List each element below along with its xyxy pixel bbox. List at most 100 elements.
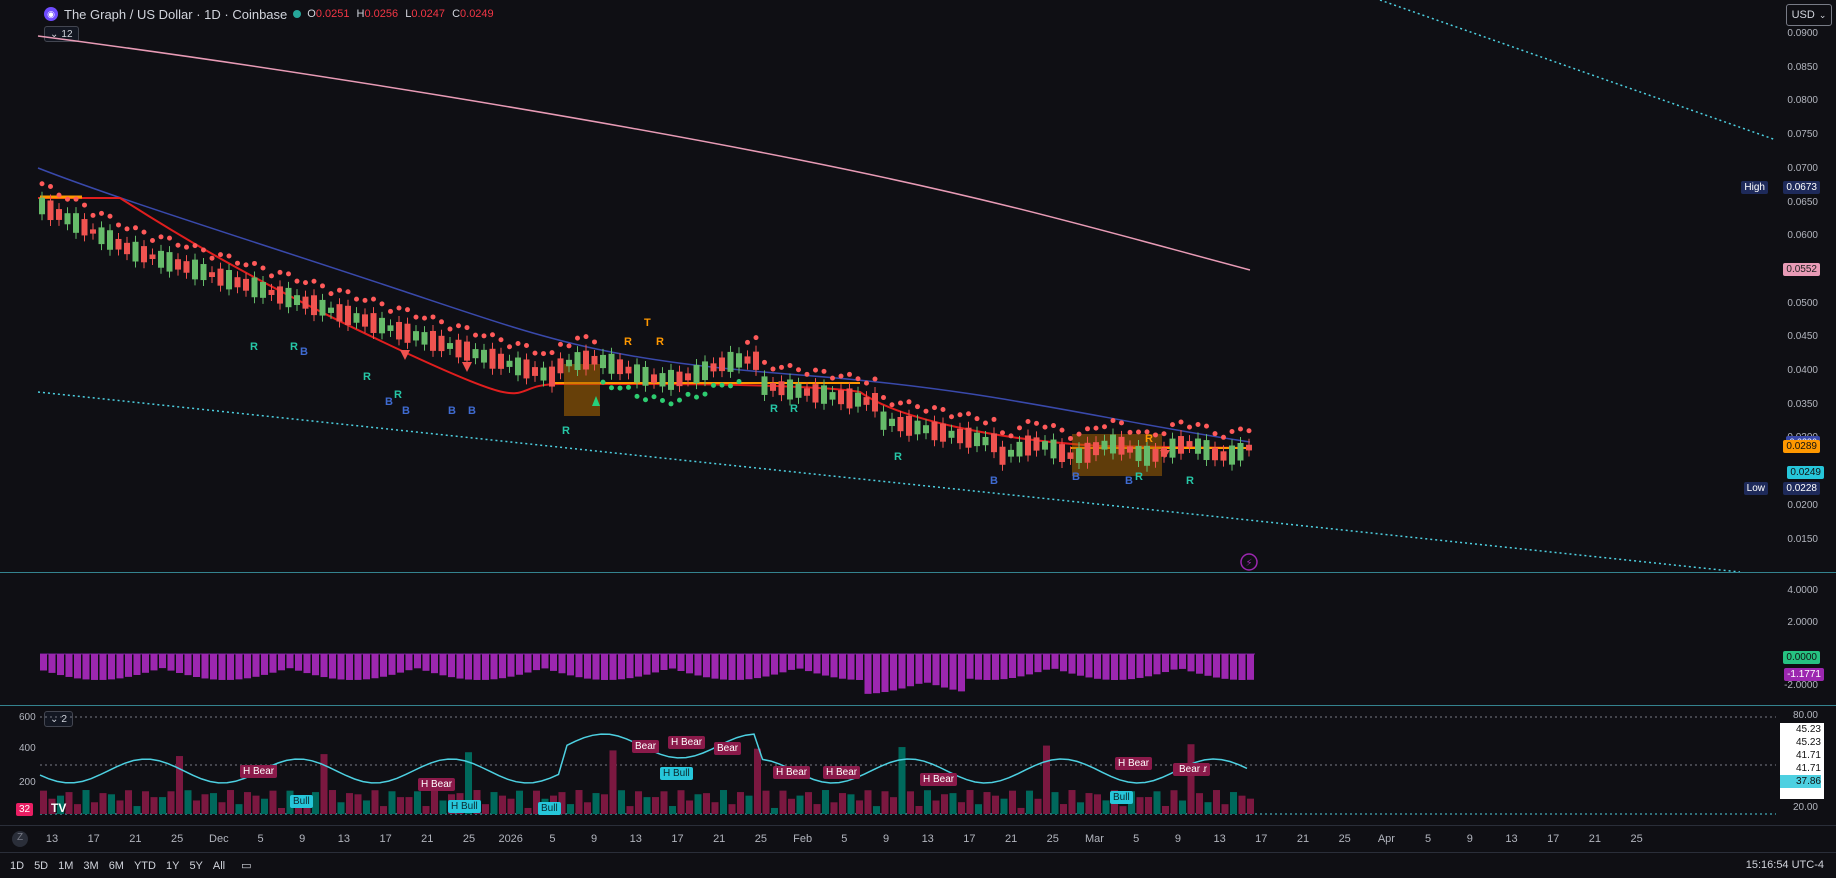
macd-bar	[431, 654, 438, 674]
candle-body	[73, 213, 79, 233]
sar-dot	[711, 382, 716, 388]
candle-body	[965, 427, 972, 448]
volume-bar	[74, 804, 81, 814]
macd-bar	[1085, 654, 1093, 678]
macd-bar	[813, 654, 821, 674]
volume-bar	[1238, 795, 1246, 814]
volume-bar	[932, 800, 940, 814]
candle-body	[277, 286, 283, 304]
rsi-volume-pane[interactable]	[0, 706, 1776, 816]
volume-bar	[159, 797, 166, 814]
timeframe-5y-button[interactable]: 5Y	[189, 860, 202, 872]
volume-bar	[397, 797, 404, 814]
volume-bar	[1051, 792, 1059, 814]
volume-bar	[507, 798, 515, 814]
volume-bar	[660, 791, 668, 814]
timeframe-1y-button[interactable]: 1Y	[166, 860, 179, 872]
sar-dot	[73, 196, 79, 202]
macd-bar	[244, 654, 251, 679]
macd-bar	[881, 654, 889, 693]
macd-bar	[847, 654, 855, 680]
sar-dot	[56, 192, 62, 198]
sar-dot	[396, 305, 402, 311]
volume-bar	[439, 800, 447, 814]
candle-body	[1008, 449, 1014, 457]
volume-bar	[881, 791, 889, 814]
macd-tick: -2.0000	[1784, 680, 1818, 691]
sar-dot	[983, 420, 988, 426]
sar-dot	[592, 339, 597, 345]
signal-letter: B	[402, 405, 410, 417]
date-range-icon[interactable]: ▭	[241, 859, 251, 872]
macd-bar	[618, 654, 625, 680]
macd-bar	[312, 654, 319, 676]
timeframe-5d-button[interactable]: 5D	[34, 860, 48, 872]
macd-bar	[754, 654, 761, 679]
volume-bar	[983, 792, 991, 814]
sar-dot	[957, 412, 963, 418]
macd-bar	[235, 654, 243, 680]
time-tick: 21	[129, 833, 142, 845]
timeframe-all-button[interactable]: All	[213, 860, 225, 872]
signal-letter: R	[656, 336, 664, 348]
time-tick: 21	[713, 833, 726, 845]
sar-dot	[728, 383, 733, 389]
sar-dot	[838, 373, 844, 379]
candle-body	[200, 264, 207, 281]
candle-body	[379, 317, 385, 334]
volume-bar	[40, 790, 47, 814]
macd-bar	[1145, 654, 1152, 677]
candle-body	[727, 351, 734, 372]
macd-bar	[1196, 654, 1203, 674]
candle-body	[328, 307, 334, 313]
candle-body	[175, 259, 181, 270]
timeframe-3m-button[interactable]: 3M	[83, 860, 98, 872]
macd-histogram-pane[interactable]	[0, 573, 1776, 705]
tradingview-logo-icon[interactable]: TV	[48, 800, 69, 816]
candle-body	[413, 331, 419, 341]
sar-dot	[405, 307, 410, 313]
volume-bar	[907, 791, 914, 814]
macd-hist-badge: -1.1771	[1784, 668, 1824, 681]
candle-body	[294, 295, 300, 306]
timeframe-ytd-button[interactable]: YTD	[134, 860, 156, 872]
sar-dot	[668, 401, 674, 407]
candle-body	[948, 430, 955, 438]
sar-dot	[99, 210, 104, 216]
low-label: Low	[1743, 482, 1768, 495]
timeframe-1d-button[interactable]: 1D	[10, 860, 24, 872]
rsi-axis[interactable]: 80.00 45.23 45.23 41.71 41.71 37.86 20.0…	[1776, 706, 1836, 816]
macd-bar	[261, 654, 268, 675]
volume-bar	[210, 793, 217, 814]
timeframe-6m-button[interactable]: 6M	[109, 860, 124, 872]
volume-bar	[839, 793, 846, 814]
goto-date-icon[interactable]: Z	[12, 831, 28, 847]
macd-bar	[907, 654, 914, 687]
sar-dot	[1119, 420, 1124, 426]
macd-bar	[439, 654, 447, 676]
candle-body	[821, 385, 827, 404]
sar-dot	[643, 397, 648, 403]
macd-axis[interactable]: 4.0000 2.0000 -2.0000	[1776, 573, 1836, 705]
volume-bar	[320, 754, 328, 814]
time-tick: 17	[1255, 833, 1268, 845]
candle-body	[659, 373, 666, 387]
sar-dot	[847, 371, 852, 377]
price-chart[interactable]: R R BRBRB B BRTR RR RRB B RBRR ⚡	[0, 0, 1776, 572]
volume-bar	[609, 750, 617, 814]
ma200-price-badge: 0.0552	[1783, 263, 1820, 276]
timeframe-1m-button[interactable]: 1M	[58, 860, 73, 872]
volume-bar	[1204, 802, 1212, 814]
macd-bar	[1221, 654, 1229, 679]
volume-bar	[184, 790, 192, 814]
candle-body	[1016, 441, 1023, 457]
time-tick: 9	[299, 833, 306, 845]
volume-bar	[354, 794, 362, 814]
volume-bar	[524, 807, 532, 814]
volume-bar	[1060, 804, 1067, 814]
macd-bar	[252, 654, 260, 677]
sar-dot	[515, 341, 521, 347]
clock[interactable]: 15:16:54 UTC-4	[1746, 859, 1824, 871]
candle-body	[795, 383, 802, 398]
macd-bar	[482, 654, 489, 680]
